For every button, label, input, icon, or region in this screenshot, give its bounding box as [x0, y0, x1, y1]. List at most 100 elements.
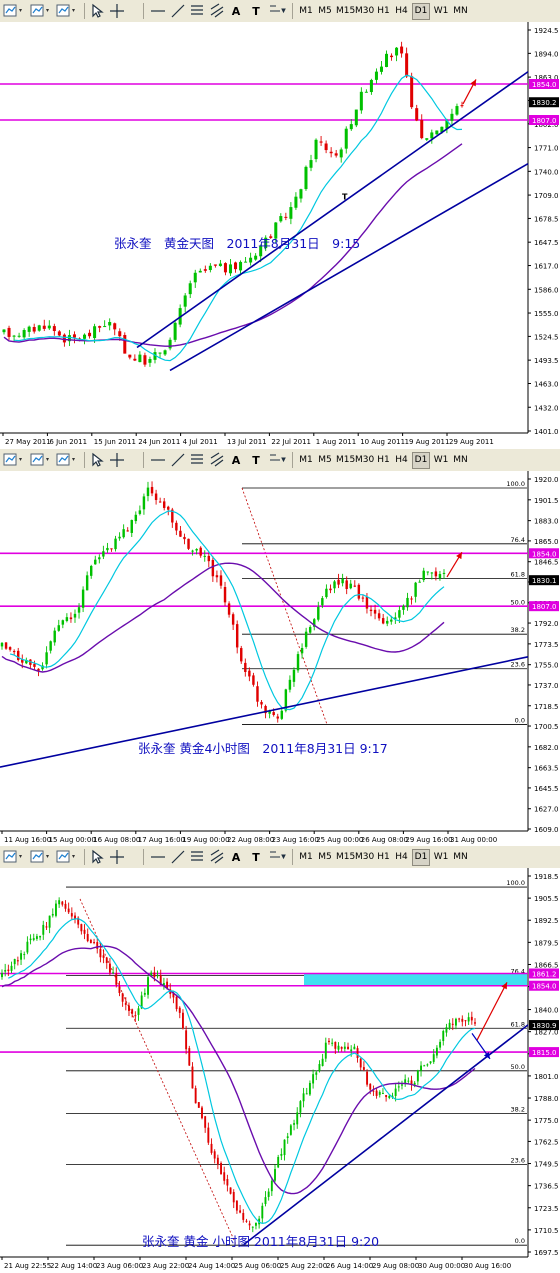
chart-toolbar: A T M1 M5 M15 M30 H1 H4 D1 W1 MN — [0, 846, 560, 869]
horizontal-line-icon[interactable] — [150, 3, 166, 18]
timeframe-button-m1[interactable]: M1 — [297, 452, 315, 469]
timeframe-button-m30[interactable]: M30 — [354, 452, 375, 469]
candle-body — [215, 575, 219, 578]
new-chart-icon[interactable] — [3, 3, 22, 18]
candle-body — [110, 548, 113, 550]
candle-body — [321, 598, 324, 606]
candle-body — [210, 1143, 213, 1153]
timeframe-button-h1[interactable]: H1 — [375, 849, 392, 866]
timeframe-button-m1[interactable]: M1 — [297, 3, 315, 20]
timeframe-button-m15[interactable]: M15 — [335, 849, 355, 866]
chart-type-icon[interactable] — [56, 849, 75, 864]
crosshair-icon[interactable] — [109, 849, 125, 864]
arrows-icon[interactable] — [268, 452, 286, 467]
candle-body — [118, 331, 122, 337]
crosshair-icon[interactable] — [109, 452, 125, 467]
candle-body — [296, 654, 300, 671]
horizontal-line-icon[interactable] — [150, 849, 166, 864]
text-label-tool-button[interactable]: T — [248, 849, 264, 866]
candle-body — [317, 606, 320, 620]
timeframe-button-d1[interactable]: D1 — [412, 3, 430, 20]
fibonacci-icon[interactable] — [189, 3, 205, 18]
timeframe-button-h1[interactable]: H1 — [375, 452, 392, 469]
text-label-tool-button[interactable]: T — [248, 452, 264, 469]
timeframe-button-m5[interactable]: M5 — [316, 849, 334, 866]
timeframe-button-h1[interactable]: H1 — [375, 3, 392, 20]
cursor-icon[interactable] — [90, 3, 106, 18]
fibonacci-icon[interactable] — [189, 452, 205, 467]
candle-body — [48, 915, 51, 928]
cursor-icon[interactable] — [90, 849, 106, 864]
price-tag-label: 1807.0 — [532, 603, 557, 611]
candle-body — [244, 261, 248, 263]
trendline-icon[interactable] — [170, 3, 186, 18]
chart-settings-icon[interactable] — [30, 452, 49, 467]
timeframe-button-w1[interactable]: W1 — [432, 452, 450, 469]
timeframe-button-mn[interactable]: MN — [451, 849, 470, 866]
timeframe-button-d1[interactable]: D1 — [412, 849, 430, 866]
timeframe-button-h4[interactable]: H4 — [393, 452, 410, 469]
horizontal-line-icon[interactable] — [150, 452, 166, 467]
candle-body — [72, 334, 76, 338]
text-tool-button[interactable]: A — [228, 452, 244, 469]
candle-body — [270, 1180, 273, 1192]
crosshair-icon[interactable] — [109, 3, 125, 18]
candle-body — [455, 1018, 457, 1026]
new-chart-icon[interactable] — [3, 452, 22, 467]
candle-body — [150, 486, 154, 494]
timeframe-button-m1[interactable]: M1 — [297, 849, 315, 866]
chart-type-icon[interactable] — [56, 3, 75, 18]
chart-settings-icon-glyph — [30, 4, 49, 17]
timeframe-button-m30[interactable]: M30 — [354, 849, 375, 866]
candle-body — [386, 620, 389, 624]
cursor-icon[interactable] — [90, 452, 106, 467]
timeframe-button-m5[interactable]: M5 — [316, 3, 334, 20]
candle-body — [226, 1179, 229, 1186]
timeframe-button-m30[interactable]: M30 — [354, 3, 375, 20]
timeframe-button-mn[interactable]: MN — [451, 452, 470, 469]
candle-body — [88, 332, 92, 337]
candle-body — [80, 924, 83, 932]
timeframe-button-m15[interactable]: M15 — [335, 452, 355, 469]
chart-type-icon[interactable] — [56, 452, 75, 467]
trendline-icon[interactable] — [170, 452, 186, 467]
equidistant-channel-icon-glyph — [210, 3, 224, 18]
price-tick-label: 1892.5 — [534, 917, 559, 925]
time-tick-label: 29 Aug 2011 — [449, 438, 494, 446]
timeframe-button-d1[interactable]: D1 — [412, 452, 430, 469]
timeframe-button-h4[interactable]: H4 — [393, 849, 410, 866]
fibonacci-icon[interactable] — [189, 849, 205, 864]
toolbar-separator — [84, 3, 85, 19]
text-tool-button[interactable]: A — [228, 3, 244, 20]
time-tick-label: 10 Aug 2011 — [360, 438, 405, 446]
trendline-icon[interactable] — [170, 849, 186, 864]
price-tick-label: 1647.5 — [534, 239, 559, 247]
timeframe-button-h4[interactable]: H4 — [393, 3, 410, 20]
text-tool-button[interactable]: A — [228, 849, 244, 866]
equidistant-channel-icon[interactable] — [209, 849, 225, 864]
candle-body — [45, 926, 48, 928]
equidistant-channel-icon[interactable] — [209, 452, 225, 467]
arrows-icon[interactable] — [268, 849, 286, 864]
time-tick-label: 27 May 2011 — [5, 438, 51, 446]
timeframe-button-w1[interactable]: W1 — [432, 849, 450, 866]
timeframe-button-m15[interactable]: M15 — [335, 3, 355, 20]
timeframe-button-mn[interactable]: MN — [451, 3, 470, 20]
timeframe-button-m5[interactable]: M5 — [316, 452, 334, 469]
new-chart-icon[interactable] — [3, 849, 22, 864]
candle-body — [162, 501, 166, 508]
chart-settings-icon[interactable] — [30, 849, 49, 864]
candle-body — [442, 572, 446, 574]
timeframe-button-w1[interactable]: W1 — [432, 3, 450, 20]
price-tag-label: 1830.2 — [532, 99, 557, 107]
trendline-icon-glyph — [171, 4, 185, 18]
candle-body — [83, 929, 86, 934]
new-chart-icon-dropdown — [19, 9, 22, 12]
candle-body — [354, 109, 358, 126]
arrows-icon[interactable] — [268, 3, 286, 18]
chart-settings-icon[interactable] — [30, 3, 49, 18]
fibonacci-level-label: 76.4 — [511, 536, 525, 544]
text-label-tool-button[interactable]: T — [248, 3, 264, 20]
equidistant-channel-icon[interactable] — [209, 3, 225, 18]
candle-body — [438, 574, 442, 579]
